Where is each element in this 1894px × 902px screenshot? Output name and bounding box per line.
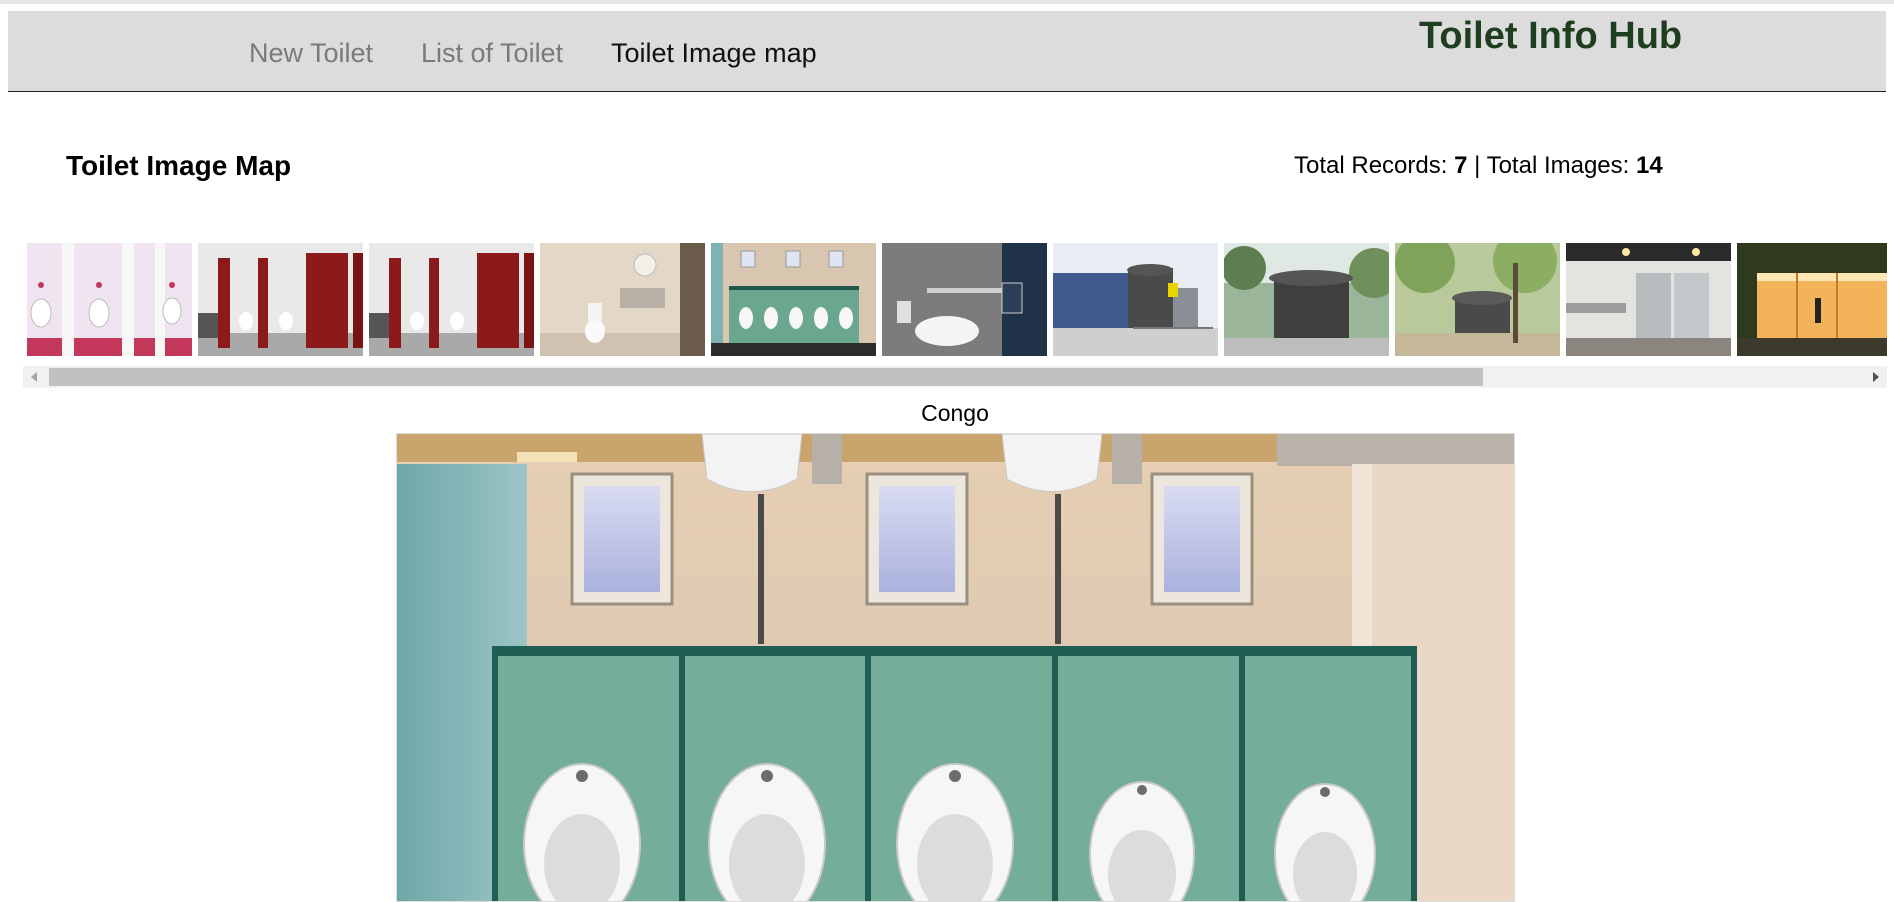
thumbnail-11[interactable] [1737, 243, 1887, 356]
thumbnail-scrollbar[interactable] [23, 366, 1887, 388]
thumbnail-10[interactable] [1566, 243, 1731, 356]
browser-top-edge [0, 0, 1894, 4]
stats-separator: | [1467, 152, 1487, 179]
scroll-right-arrow-icon[interactable] [1865, 366, 1887, 388]
brand-title: Toilet Info Hub [1419, 15, 1683, 57]
image-caption: Congo [921, 400, 989, 426]
images-count: 14 [1635, 152, 1663, 179]
scroll-left-arrow-icon[interactable] [23, 366, 45, 388]
nav-link-new-toilet[interactable]: New Toilet [249, 38, 373, 69]
main-toilet-image [396, 433, 1515, 902]
thumbnail-4[interactable] [540, 243, 705, 356]
thumbnail-3[interactable] [369, 243, 534, 356]
thumbnail-9[interactable] [1395, 243, 1560, 356]
thumbnail-2[interactable] [198, 243, 363, 356]
records-count: 7 [1454, 152, 1468, 179]
thumbnail-5[interactable] [711, 243, 876, 356]
nav-link-list-of-toilet[interactable]: List of Toilet [421, 38, 563, 69]
stats-summary: Total Records: 7 | Total Images: 14 [1294, 152, 1663, 180]
scrollbar-thumb[interactable] [49, 368, 1483, 386]
images-label: Total Images: [1486, 152, 1636, 179]
thumbnail-1[interactable] [27, 243, 192, 356]
page-title: Toilet Image Map [66, 150, 292, 181]
nav-link-toilet-image-map[interactable]: Toilet Image map [611, 38, 817, 69]
thumbnail-7[interactable] [1053, 243, 1218, 356]
navbar: New Toilet List of Toilet Toilet Image m… [8, 11, 1886, 92]
thumbnail-strip [27, 243, 1887, 356]
thumbnail-6[interactable] [882, 243, 1047, 356]
thumbnail-8[interactable] [1224, 243, 1389, 356]
records-label: Total Records: [1294, 152, 1455, 179]
